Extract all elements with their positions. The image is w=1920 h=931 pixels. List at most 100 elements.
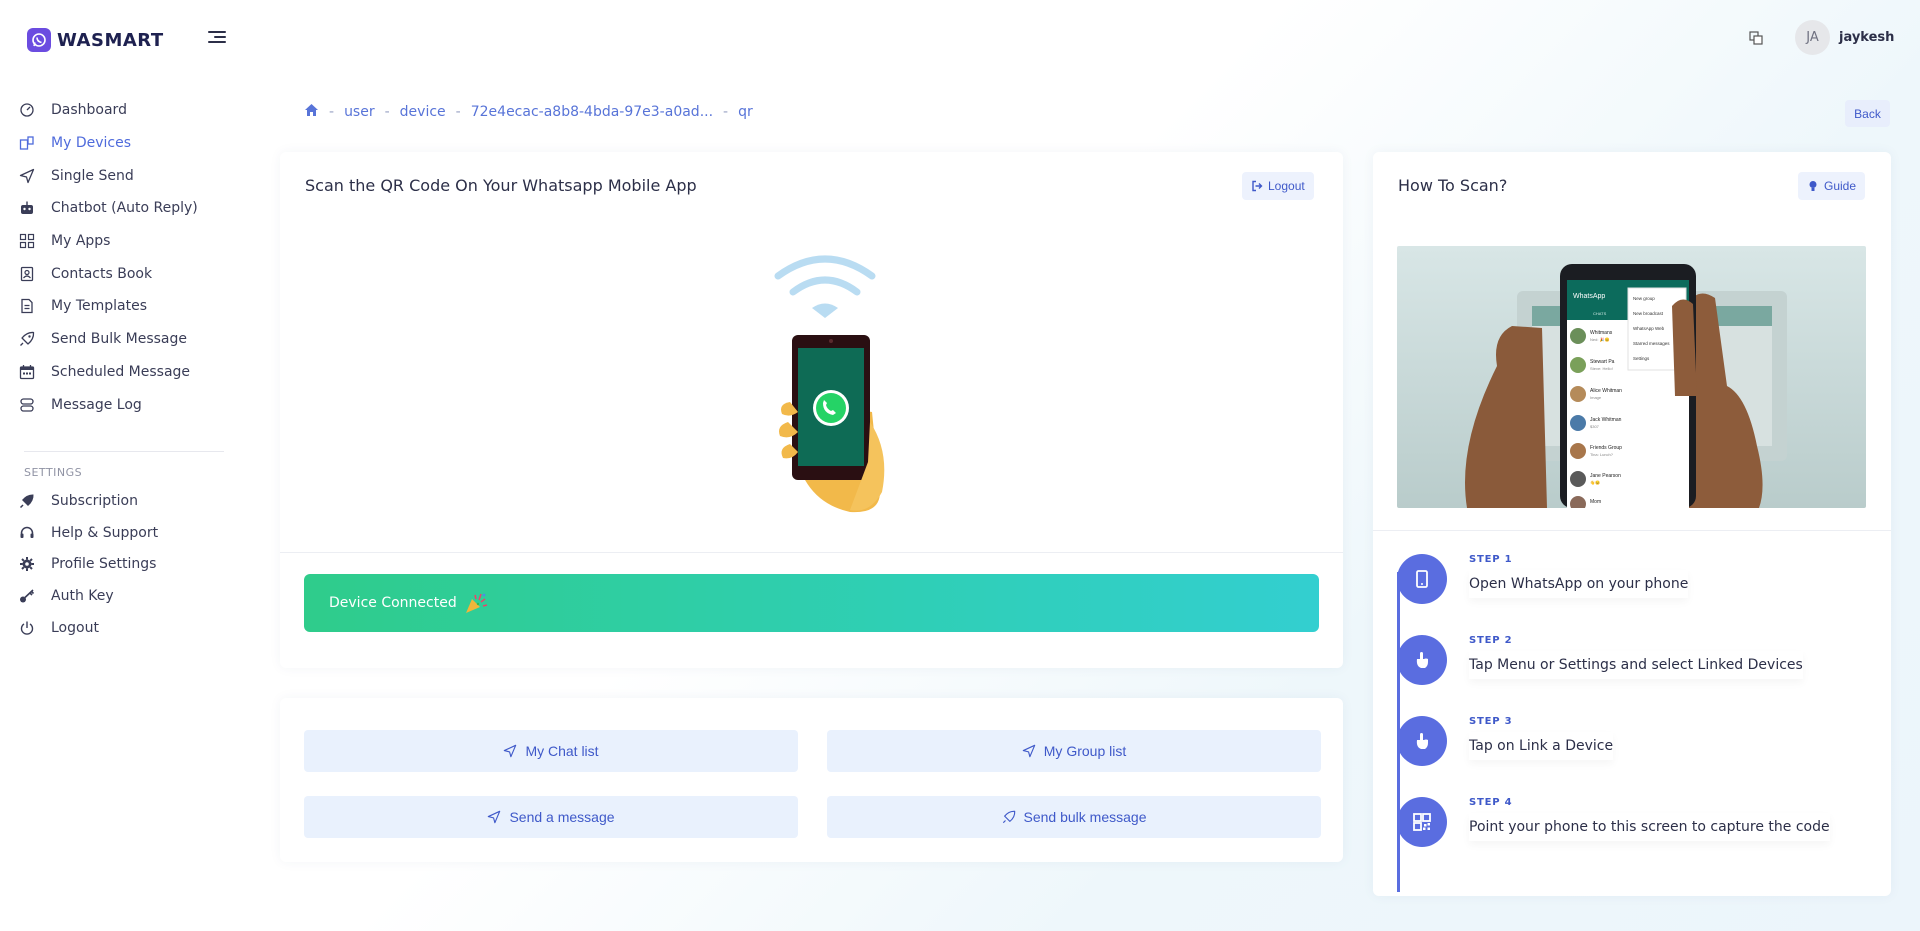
phone-menu-item: Starred messages bbox=[1633, 341, 1670, 346]
sidebar-item-label: Scheduled Message bbox=[51, 363, 191, 380]
send-icon bbox=[19, 168, 35, 183]
sidebar-item-label: Auth Key bbox=[51, 588, 114, 605]
my-chat-list-button[interactable]: My Chat list bbox=[304, 730, 798, 772]
sidebar-item-send-bulk-message[interactable]: Send Bulk Message bbox=[0, 323, 230, 356]
breadcrumb-item-device-id[interactable]: 72e4ecac-a8b8-4bda-97e3-a0ad... bbox=[471, 104, 713, 120]
avatar: JA bbox=[1795, 20, 1830, 55]
send-message-button[interactable]: Send a message bbox=[304, 796, 798, 838]
sidebar: Dashboard My Devices Single Send Chatbot… bbox=[0, 94, 230, 644]
sidebar-item-profile-settings[interactable]: Profile Settings bbox=[0, 548, 230, 580]
breadcrumb-item-device[interactable]: device bbox=[400, 104, 446, 120]
qr-code-icon bbox=[1397, 797, 1447, 847]
sidebar-item-my-templates[interactable]: My Templates bbox=[0, 290, 230, 323]
step-number: STEP 2 bbox=[1469, 635, 1513, 646]
gear-icon bbox=[20, 557, 34, 572]
sidebar-item-contacts-book[interactable]: Contacts Book bbox=[0, 257, 230, 290]
contacts-icon bbox=[20, 266, 34, 281]
sidebar-item-label: Send Bulk Message bbox=[51, 331, 187, 348]
bulb-icon bbox=[1809, 181, 1817, 191]
sidebar-item-my-devices[interactable]: My Devices bbox=[0, 127, 230, 160]
step-1: STEP 1 Open WhatsApp on your phone bbox=[1397, 554, 1867, 624]
guide-button[interactable]: Guide bbox=[1798, 172, 1866, 200]
party-popper-icon bbox=[465, 593, 487, 613]
qr-card-divider bbox=[280, 552, 1343, 553]
phone-chat-preview: Ned: 🎉😊 bbox=[1590, 337, 1610, 342]
step-number: STEP 1 bbox=[1469, 554, 1513, 565]
step-2: STEP 2 Tap Menu or Settings and select L… bbox=[1397, 635, 1867, 705]
sidebar-item-label: Help & Support bbox=[51, 524, 159, 541]
home-icon[interactable] bbox=[304, 103, 319, 121]
how-to-scan-card: How To Scan? Guide WhatsApp CHATS New gr… bbox=[1373, 152, 1891, 896]
key-icon bbox=[20, 589, 35, 603]
sidebar-item-label: Dashboard bbox=[51, 102, 127, 119]
sidebar-item-message-log[interactable]: Message Log bbox=[0, 388, 230, 421]
phone-chat-name: Alice Whitman bbox=[1590, 388, 1622, 394]
phone-chat-name: Stewart Pa bbox=[1590, 359, 1615, 365]
whatsapp-logo-icon bbox=[27, 28, 51, 52]
breadcrumb-item-qr: qr bbox=[738, 104, 753, 120]
logout-device-button[interactable]: Logout bbox=[1242, 172, 1314, 200]
breadcrumb-separator: - bbox=[455, 104, 461, 120]
device-connected-alert: Device Connected bbox=[304, 574, 1319, 632]
subscription-icon bbox=[19, 494, 34, 508]
step-3: STEP 3 Tap on Link a Device bbox=[1397, 716, 1867, 786]
sidebar-item-subscription[interactable]: Subscription bbox=[0, 485, 230, 517]
sidebar-item-logout[interactable]: Logout bbox=[0, 612, 230, 644]
menu-toggle-icon[interactable] bbox=[208, 31, 226, 45]
send-icon bbox=[504, 744, 517, 758]
qr-card-title: Scan the QR Code On Your Whatsapp Mobile… bbox=[305, 176, 697, 195]
phone-chat-preview: Tina: Lunch? bbox=[1590, 452, 1614, 457]
how-to-scan-title: How To Scan? bbox=[1398, 176, 1508, 195]
sidebar-item-single-send[interactable]: Single Send bbox=[0, 159, 230, 192]
actions-card: My Chat list My Group list Send a messag… bbox=[280, 698, 1343, 862]
rocket-icon bbox=[1002, 810, 1015, 824]
top-bar: WASMART JA jaykesh bbox=[0, 0, 1920, 78]
step-text: Open WhatsApp on your phone bbox=[1469, 570, 1689, 598]
step-number: STEP 3 bbox=[1469, 716, 1513, 727]
breadcrumb-separator: - bbox=[723, 104, 729, 120]
settings-heading: SETTINGS bbox=[24, 465, 83, 479]
my-group-list-button[interactable]: My Group list bbox=[827, 730, 1321, 772]
qr-card: Scan the QR Code On Your Whatsapp Mobile… bbox=[280, 152, 1343, 668]
phone-chats-tab: CHATS bbox=[1593, 311, 1607, 316]
back-button[interactable]: Back bbox=[1845, 100, 1890, 127]
my-group-list-label: My Group list bbox=[1043, 743, 1127, 759]
sidebar-item-label: Chatbot (Auto Reply) bbox=[51, 200, 198, 217]
brand-name: WASMART bbox=[57, 29, 164, 51]
phone-icon bbox=[1397, 554, 1447, 604]
send-bulk-message-button[interactable]: Send bulk message bbox=[827, 796, 1321, 838]
how-card-divider bbox=[1373, 530, 1891, 531]
power-icon bbox=[20, 621, 34, 635]
phone-chat-preview: Image bbox=[1590, 395, 1602, 400]
sidebar-item-dashboard[interactable]: Dashboard bbox=[0, 94, 230, 127]
phone-chat-preview: $307 bbox=[1590, 424, 1600, 429]
headset-icon bbox=[20, 526, 34, 538]
username: jaykesh bbox=[1839, 30, 1895, 45]
log-icon bbox=[20, 397, 34, 412]
calendar-icon bbox=[19, 364, 35, 379]
logout-device-label: Logout bbox=[1268, 179, 1305, 193]
sidebar-item-my-apps[interactable]: My Apps bbox=[0, 225, 230, 258]
brand[interactable]: WASMART bbox=[27, 28, 164, 52]
step-text: Tap Menu or Settings and select Linked D… bbox=[1469, 651, 1803, 679]
sidebar-item-label: Contacts Book bbox=[51, 265, 153, 282]
sidebar-item-scheduled-message[interactable]: Scheduled Message bbox=[0, 356, 230, 389]
device-connected-text: Device Connected bbox=[329, 595, 457, 611]
breadcrumb: - user - device - 72e4ecac-a8b8-4bda-97e… bbox=[304, 103, 753, 121]
tap-hand-icon bbox=[1397, 635, 1447, 685]
sidebar-item-auth-key[interactable]: Auth Key bbox=[0, 580, 230, 612]
breadcrumb-item-user[interactable]: user bbox=[344, 104, 375, 120]
phone-chat-name: Jane Pearson bbox=[1590, 473, 1621, 479]
user-menu[interactable]: JA jaykesh bbox=[1795, 20, 1894, 55]
sign-out-icon bbox=[1252, 180, 1263, 192]
phone-illustration bbox=[750, 252, 900, 522]
sidebar-item-chatbot[interactable]: Chatbot (Auto Reply) bbox=[0, 192, 230, 225]
copy-icon[interactable] bbox=[1748, 30, 1764, 46]
phone-menu-item: WhatsApp Web bbox=[1633, 326, 1665, 331]
step-4: STEP 4 Point your phone to this screen t… bbox=[1397, 797, 1867, 867]
sidebar-item-help-support[interactable]: Help & Support bbox=[0, 517, 230, 549]
dashboard-icon bbox=[20, 103, 34, 117]
phone-chat-name: Whitmans bbox=[1590, 330, 1613, 336]
phone-chat-preview: 👋😊 bbox=[1590, 480, 1600, 485]
sidebar-item-label: Message Log bbox=[51, 396, 142, 413]
